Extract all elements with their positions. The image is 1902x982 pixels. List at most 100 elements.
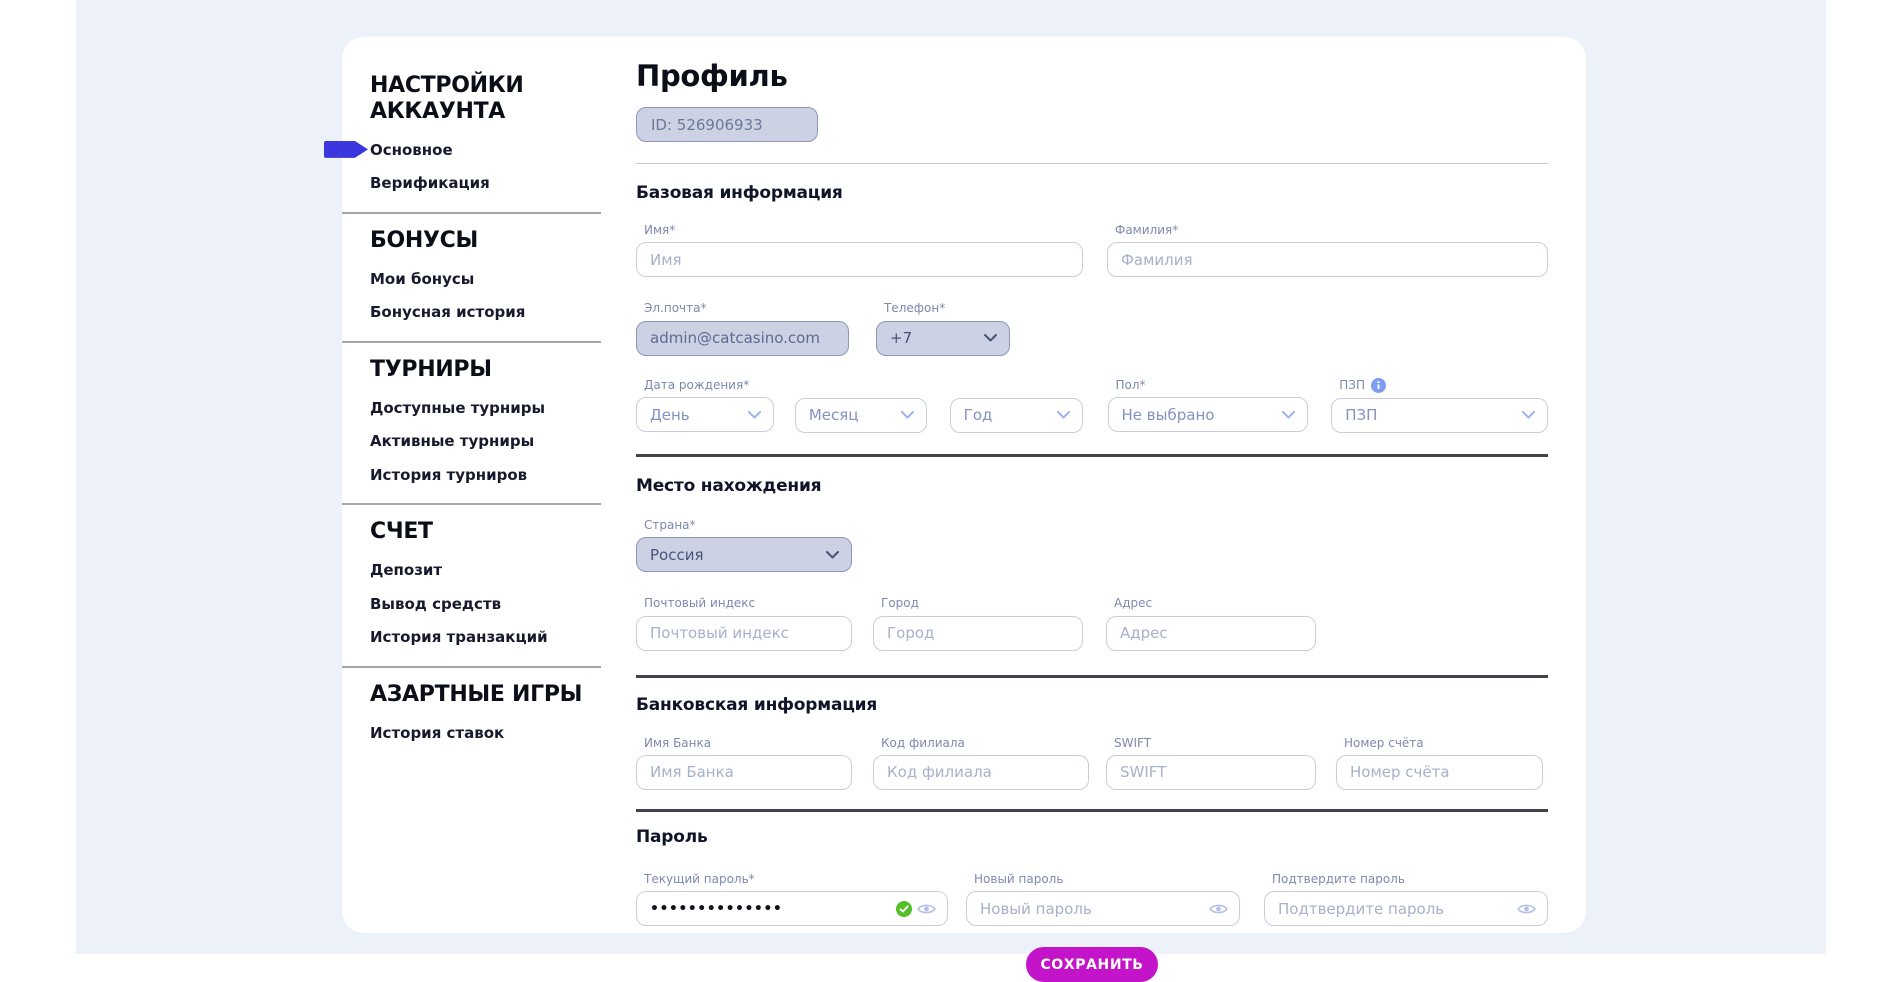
country-value: Россия [650, 546, 704, 564]
birth-month-select[interactable]: Месяц [795, 398, 927, 433]
pzp-value: ПЗП [1345, 406, 1377, 424]
info-icon[interactable] [1371, 378, 1386, 393]
divider [636, 163, 1548, 164]
password-heading: Пароль [636, 827, 1548, 847]
last-name-label: Фамилия* [1115, 223, 1548, 237]
email-label: Эл.почта* [644, 301, 849, 315]
sidebar-item-label: Доступные турниры [370, 399, 545, 417]
account-settings-card: НАСТРОЙКИ АККАУНТА Основное Верификация … [342, 37, 1586, 933]
last-name-input[interactable] [1107, 242, 1548, 277]
eye-icon[interactable] [917, 902, 936, 915]
eye-icon[interactable] [1517, 902, 1536, 915]
sidebar-item-label: Вывод средств [370, 595, 501, 613]
birth-date-label: Дата рождения* [644, 378, 774, 392]
sidebar-item-active-tournaments[interactable]: Активные турниры [370, 433, 534, 450]
gender-value: Не выбрано [1122, 406, 1215, 424]
basic-info-heading: Базовая информация [636, 183, 1548, 203]
sidebar-divider [342, 341, 601, 343]
phone-code-select: +7 [876, 321, 1010, 356]
section-divider [636, 809, 1548, 812]
player-id-field: ID: 526906933 [636, 107, 818, 142]
chevron-down-icon [901, 411, 914, 419]
city-input[interactable] [873, 616, 1083, 651]
sidebar-item-label: Верификация [370, 174, 490, 192]
account-number-input[interactable] [1336, 755, 1543, 790]
sidebar-title-gambling: АЗАРТНЫЕ ИГРЫ [370, 682, 601, 708]
section-divider [636, 675, 1548, 678]
profile-main: Профиль ID: 526906933 Базовая информация… [601, 37, 1586, 933]
chevron-down-icon [984, 334, 997, 342]
chevron-down-icon [826, 551, 839, 559]
postal-code-input[interactable] [636, 616, 852, 651]
country-label: Страна* [644, 518, 852, 532]
phone-code-value: +7 [890, 329, 912, 347]
sidebar-title-account-settings: НАСТРОЙКИ АККАУНТА [370, 73, 601, 125]
chevron-down-icon [1282, 411, 1295, 419]
new-password-label: Новый пароль [974, 872, 1240, 886]
sidebar-title-bonuses: БОНУСЫ [370, 228, 601, 254]
swift-input[interactable] [1106, 755, 1316, 790]
phone-label: Телефон* [884, 301, 1010, 315]
sidebar-section-account-money: СЧЕТ Депозит Вывод средств История транз… [342, 519, 601, 651]
sidebar-item-verification[interactable]: Верификация [370, 175, 490, 192]
sidebar-item-deposit[interactable]: Депозит [370, 562, 442, 579]
sidebar-item-bonus-history[interactable]: Бонусная история [370, 304, 525, 321]
address-input[interactable] [1106, 616, 1316, 651]
sidebar-item-label: История турниров [370, 466, 527, 484]
bank-info-heading: Банковская информация [636, 695, 1548, 715]
page-title: Профиль [636, 59, 1548, 93]
sidebar-section-tournaments: ТУРНИРЫ Доступные турниры Активные турни… [342, 357, 601, 489]
chevron-down-icon [1522, 411, 1535, 419]
active-item-arrow-icon [324, 141, 368, 158]
sidebar: НАСТРОЙКИ АККАУНТА Основное Верификация … [342, 37, 601, 933]
section-divider [636, 454, 1548, 457]
sidebar-item-tournament-history[interactable]: История турниров [370, 467, 527, 484]
sidebar-item-main[interactable]: Основное [370, 142, 453, 159]
country-select: Россия [636, 537, 852, 572]
location-heading: Место нахождения [636, 476, 1548, 496]
first-name-input[interactable] [636, 242, 1083, 277]
sidebar-title-tournaments: ТУРНИРЫ [370, 357, 601, 383]
pzp-label: ПЗП [1339, 378, 1365, 392]
gender-select[interactable]: Не выбрано [1108, 397, 1309, 432]
sidebar-item-bets-history[interactable]: История ставок [370, 725, 504, 742]
pzp-select[interactable]: ПЗП [1331, 398, 1548, 433]
sidebar-item-label: История транзакций [370, 628, 548, 646]
account-number-label: Номер счёта [1344, 736, 1543, 750]
sidebar-item-label: Активные турниры [370, 432, 534, 450]
sidebar-item-available-tournaments[interactable]: Доступные турниры [370, 400, 545, 417]
sidebar-item-my-bonuses[interactable]: Мои бонусы [370, 271, 474, 288]
save-button[interactable]: СОХРАНИТЬ [1026, 947, 1158, 982]
current-password-label: Текущий пароль* [644, 872, 948, 886]
confirm-password-input[interactable] [1264, 891, 1548, 926]
sidebar-item-label: Мои бонусы [370, 270, 474, 288]
sidebar-divider [342, 666, 601, 668]
bank-name-label: Имя Банка [644, 736, 852, 750]
birth-year-select[interactable]: Год [950, 398, 1083, 433]
sidebar-section-bonuses: БОНУСЫ Мои бонусы Бонусная история [342, 228, 601, 327]
sidebar-item-withdrawal[interactable]: Вывод средств [370, 596, 501, 613]
new-password-input[interactable] [966, 891, 1240, 926]
sidebar-item-label: История ставок [370, 724, 504, 742]
sidebar-section-gambling: АЗАРТНЫЕ ИГРЫ История ставок [342, 682, 601, 747]
sidebar-divider [342, 212, 601, 214]
address-label: Адрес [1114, 596, 1316, 610]
branch-code-label: Код филиала [881, 736, 1089, 750]
birth-day-select[interactable]: День [636, 397, 774, 432]
swift-label: SWIFT [1114, 736, 1316, 750]
eye-icon[interactable] [1209, 902, 1228, 915]
sidebar-divider [342, 503, 601, 505]
sidebar-section-account: НАСТРОЙКИ АККАУНТА Основное Верификация [342, 73, 601, 198]
branch-code-input[interactable] [873, 755, 1089, 790]
birth-month-value: Месяц [809, 406, 859, 424]
gender-label: Пол* [1116, 378, 1309, 392]
birth-day-value: День [650, 406, 690, 424]
chevron-down-icon [1057, 411, 1070, 419]
bank-name-input[interactable] [636, 755, 852, 790]
birth-year-value: Год [964, 406, 993, 424]
sidebar-item-transaction-history[interactable]: История транзакций [370, 629, 548, 646]
sidebar-item-label: Депозит [370, 561, 442, 579]
sidebar-item-label: Бонусная история [370, 303, 525, 321]
postal-code-label: Почтовый индекс [644, 596, 852, 610]
email-field [636, 321, 849, 356]
